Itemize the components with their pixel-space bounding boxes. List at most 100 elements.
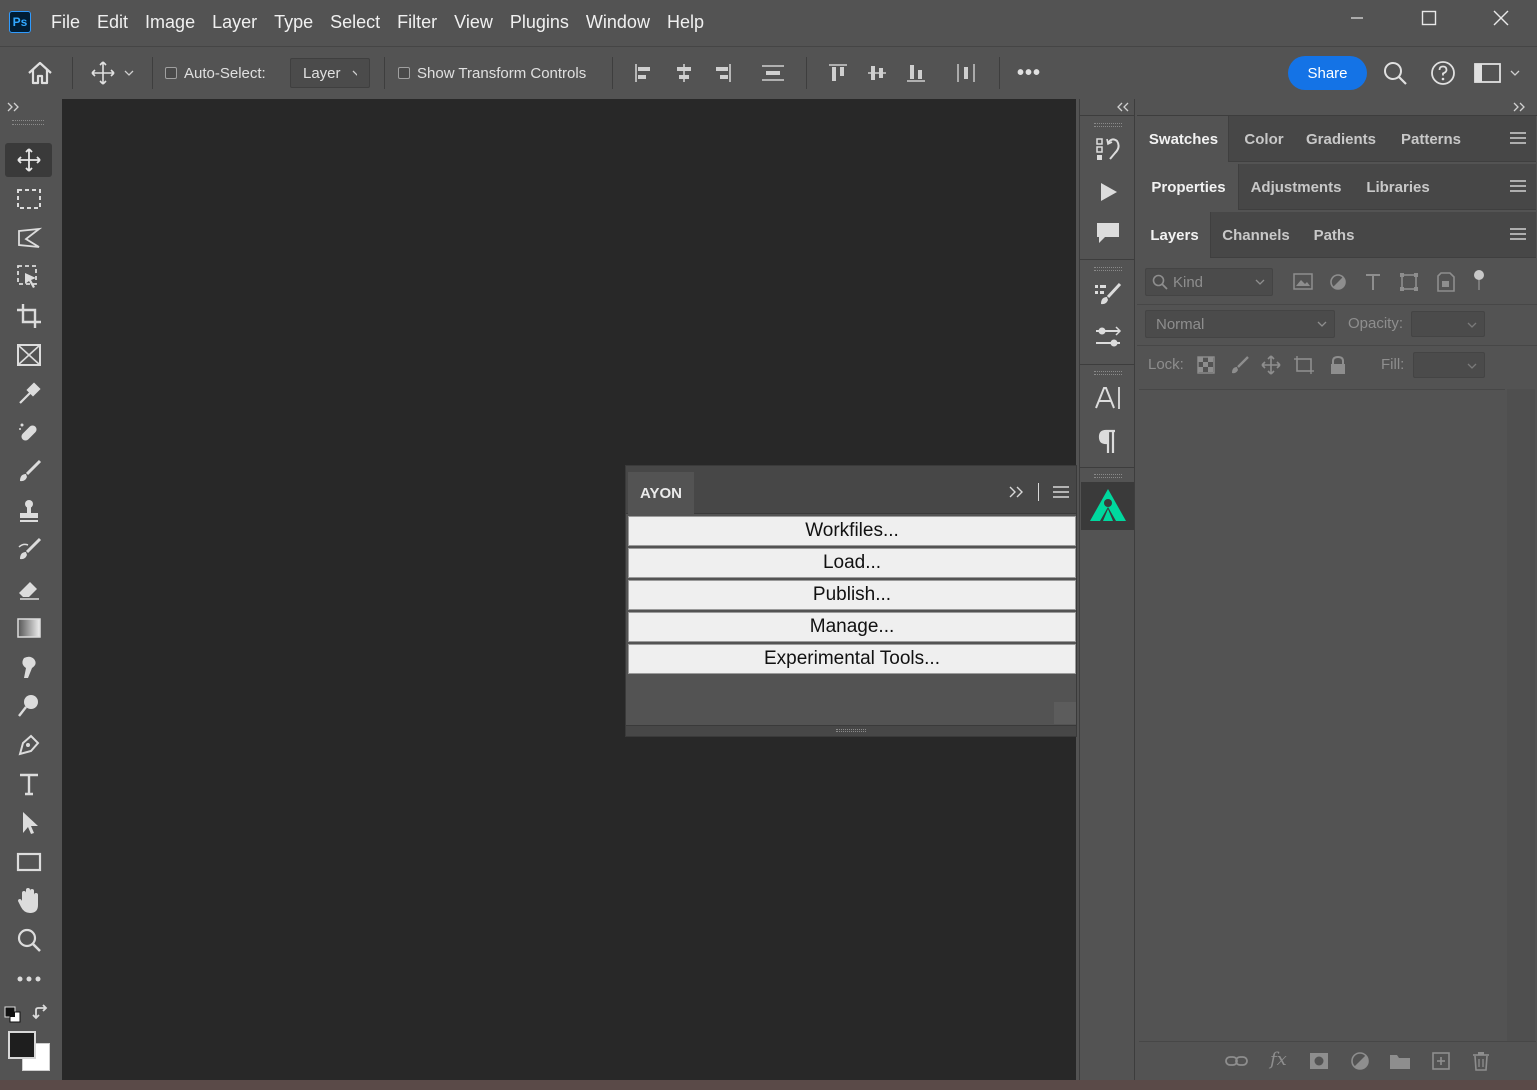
type-tool[interactable] [6, 767, 52, 801]
crop-tool[interactable] [6, 299, 52, 333]
tab-gradients[interactable]: Gradients [1297, 116, 1385, 162]
filter-toggle[interactable] [1473, 270, 1485, 292]
add-mask-icon[interactable] [1309, 1052, 1329, 1070]
align-horizontal-centers-button[interactable] [672, 47, 696, 99]
history-panel-button[interactable] [1088, 132, 1128, 166]
menu-edit[interactable]: Edit [97, 12, 128, 33]
show-transform-controls-checkbox[interactable]: Show Transform Controls [398, 47, 586, 99]
distribute-vertical-button[interactable] [760, 47, 786, 99]
swap-colors-icon[interactable] [32, 1004, 52, 1024]
more-tools[interactable] [6, 962, 52, 996]
auto-select-checkbox[interactable]: Auto-Select: [165, 47, 266, 99]
menu-window[interactable]: Window [586, 12, 650, 33]
expand-panel-icon[interactable] [7, 102, 21, 112]
filter-smart-object-icon[interactable] [1437, 272, 1455, 292]
brush-settings-panel-button[interactable] [1088, 277, 1128, 311]
dodge-tool[interactable] [6, 689, 52, 723]
path-selection-tool[interactable] [6, 806, 52, 840]
panel-menu-icon[interactable] [1510, 227, 1526, 241]
share-button[interactable]: Share [1288, 56, 1367, 90]
history-brush-tool[interactable] [6, 533, 52, 567]
new-layer-icon[interactable] [1432, 1052, 1450, 1070]
paragraph-panel-button[interactable] [1088, 425, 1128, 459]
tab-patterns[interactable]: Patterns [1387, 116, 1475, 162]
tools-grip[interactable] [12, 120, 44, 125]
dock-grip[interactable] [1094, 123, 1122, 127]
lasso-tool[interactable] [6, 221, 52, 255]
dock-grip[interactable] [1094, 371, 1122, 375]
menu-view[interactable]: View [454, 12, 493, 33]
move-tool-preset-button[interactable] [90, 47, 136, 99]
lock-artboard-icon[interactable] [1293, 355, 1315, 375]
close-button[interactable] [1465, 0, 1537, 36]
lock-all-icon[interactable] [1329, 355, 1347, 375]
pen-tool[interactable] [6, 728, 52, 762]
filter-pixel-icon[interactable] [1293, 273, 1313, 291]
align-left-edges-button[interactable] [632, 47, 656, 99]
expand-panels-icon[interactable] [1513, 102, 1527, 112]
minimize-button[interactable] [1321, 0, 1393, 36]
workfiles-button[interactable]: Workfiles... [628, 516, 1076, 546]
lock-position-icon[interactable] [1261, 355, 1281, 375]
fill-field[interactable] [1413, 352, 1485, 378]
comments-panel-button[interactable] [1088, 216, 1128, 250]
help-button[interactable] [1430, 47, 1456, 99]
resize-corner[interactable] [1054, 702, 1076, 724]
healing-brush-tool[interactable] [6, 416, 52, 450]
object-selection-tool[interactable] [6, 260, 52, 294]
experimental-tools-button[interactable]: Experimental Tools... [628, 644, 1076, 674]
eyedropper-tool[interactable] [6, 377, 52, 411]
tab-paths[interactable]: Paths [1301, 212, 1367, 258]
layers-list[interactable] [1139, 389, 1505, 1041]
panel-menu-icon[interactable] [1510, 179, 1526, 193]
move-tool[interactable] [5, 143, 52, 177]
auto-select-target-dropdown[interactable]: Layer [290, 47, 370, 99]
default-colors-icon[interactable] [4, 1006, 22, 1024]
eraser-tool[interactable] [6, 572, 52, 606]
rectangle-tool[interactable] [6, 845, 52, 879]
show-transform-checkbox-box[interactable] [398, 67, 410, 79]
tab-channels[interactable]: Channels [1213, 212, 1299, 258]
dock-grip[interactable] [1094, 474, 1122, 478]
auto-select-target[interactable]: Layer [290, 58, 370, 88]
lock-image-pixels-icon[interactable] [1230, 355, 1250, 375]
search-button[interactable] [1382, 47, 1408, 99]
distribute-horizontal-button[interactable] [954, 47, 978, 99]
layers-scrollbar[interactable] [1507, 389, 1535, 1041]
collapse-panel-icon[interactable] [1008, 486, 1024, 498]
tab-adjustments[interactable]: Adjustments [1241, 164, 1351, 210]
hand-tool[interactable] [6, 884, 52, 918]
align-vertical-centers-button[interactable] [865, 47, 889, 99]
align-right-edges-button[interactable] [710, 47, 734, 99]
more-options-button[interactable]: ••• [1017, 47, 1041, 99]
maximize-button[interactable] [1393, 0, 1465, 36]
adjustment-layer-icon[interactable] [1350, 1051, 1370, 1071]
delete-layer-icon[interactable] [1472, 1051, 1490, 1071]
new-group-icon[interactable] [1389, 1052, 1411, 1070]
publish-button[interactable]: Publish... [628, 580, 1076, 610]
menu-type[interactable]: Type [274, 12, 313, 33]
opacity-field[interactable] [1411, 311, 1485, 337]
align-top-edges-button[interactable] [826, 47, 850, 99]
actions-panel-button[interactable] [1088, 175, 1128, 209]
tab-properties[interactable]: Properties [1139, 164, 1239, 210]
workspace-button[interactable] [1474, 47, 1522, 99]
menu-image[interactable]: Image [145, 12, 195, 33]
panel-menu-icon[interactable] [1510, 131, 1526, 145]
dock-grip[interactable] [1094, 267, 1122, 271]
collapse-dock-icon[interactable] [1116, 102, 1130, 112]
zoom-tool[interactable] [6, 923, 52, 957]
filter-shape-icon[interactable] [1399, 272, 1419, 292]
align-bottom-edges-button[interactable] [904, 47, 928, 99]
menu-plugins[interactable]: Plugins [510, 12, 569, 33]
filter-adjustment-icon[interactable] [1329, 273, 1347, 291]
menu-file[interactable]: File [51, 12, 80, 33]
auto-select-checkbox-box[interactable] [165, 67, 177, 79]
adjustments-panel-button[interactable] [1088, 320, 1128, 354]
foreground-color-swatch[interactable] [8, 1031, 36, 1059]
link-layers-icon[interactable] [1225, 1053, 1249, 1069]
tab-ayon[interactable]: AYON [628, 472, 694, 514]
menu-help[interactable]: Help [667, 12, 704, 33]
tab-color[interactable]: Color [1231, 116, 1297, 162]
lock-transparent-pixels-icon[interactable] [1197, 356, 1215, 374]
